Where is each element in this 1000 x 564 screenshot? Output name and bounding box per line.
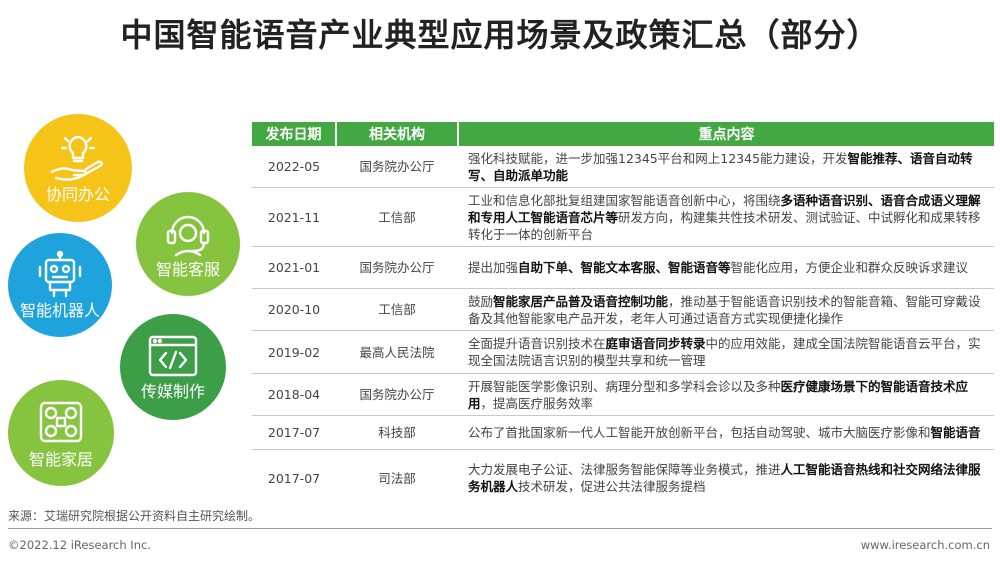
row-date: 2020-10 bbox=[252, 288, 336, 331]
content-text: 大力发展电子公证、法律服务智能保障等业务模式，推进 bbox=[468, 462, 781, 477]
lightbulb-hand-icon bbox=[48, 132, 108, 182]
table-row: 2017-07 司法部 大力发展电子公证、法律服务智能保障等业务模式，推进人工智… bbox=[252, 450, 994, 507]
policy-table: 发布日期 相关机构 重点内容 2022-05 国务院办公厅 强化科技赋能，进一步… bbox=[252, 122, 994, 506]
scenario-label: 传媒制作 bbox=[140, 382, 205, 401]
row-date: 2021-11 bbox=[252, 187, 336, 247]
scenario-label: 协同办公 bbox=[45, 185, 110, 204]
source-note: 来源：艾瑞研究院根据公开资料自主研究绘制。 bbox=[8, 509, 261, 523]
row-org: 工信部 bbox=[336, 187, 458, 247]
copyright: ©2022.12 iResearch Inc. bbox=[8, 538, 151, 552]
website-link: www.iresearch.com.cn bbox=[860, 538, 990, 552]
row-content: 大力发展电子公证、法律服务智能保障等业务模式，推进人工智能语音热线和社交网络法律… bbox=[458, 450, 994, 507]
row-date: 2019-02 bbox=[252, 330, 336, 374]
row-org: 工信部 bbox=[336, 288, 458, 331]
header-date: 发布日期 bbox=[252, 122, 337, 146]
scenario-label: 智能客服 bbox=[155, 260, 220, 279]
content-text: 提出加强 bbox=[468, 260, 519, 275]
content-text: 智能化应用，方便企业和群众反映诉求建议 bbox=[730, 260, 969, 275]
row-date: 2018-04 bbox=[252, 373, 336, 416]
row-content: 提出加强自助下单、智能文本客服、智能语音等智能化应用，方便企业和群众反映诉求建议 bbox=[458, 246, 994, 289]
scenario-label: 智能家居 bbox=[28, 450, 93, 469]
content-text: 鼓励 bbox=[468, 293, 494, 309]
table-row: 2022-05 国务院办公厅 强化科技赋能，进一步加强12345平台和网上123… bbox=[252, 146, 994, 188]
row-content: 全面提升语音识别技术在庭审语音同步转录中的应用效能，建成全国法院智能语音云平台，… bbox=[458, 330, 994, 374]
row-org: 国务院办公厅 bbox=[336, 373, 458, 416]
content-text: ，提高医疗服务效率 bbox=[480, 395, 594, 411]
row-org: 司法部 bbox=[378, 470, 416, 486]
scenario-smart-robot: 智能机器人 bbox=[8, 233, 112, 337]
row-content: 工业和信息化部批复组建国家智能语音创新中心，将围绕多语种语音识别、语音合成语义理… bbox=[458, 187, 994, 247]
row-content: 强化科技赋能，进一步加强12345平台和网上12345能力建设，开发智能推荐、语… bbox=[458, 146, 994, 188]
scenario-media-production: 传媒制作 bbox=[120, 314, 226, 420]
content-text: 公布了首批国家新一代人工智能开放创新平台，包括自动驾驶、城市大脑医疗影像和 bbox=[468, 425, 931, 440]
scenario-label: 智能机器人 bbox=[19, 301, 100, 320]
highlight-text: 自助下单、智能文本客服、智能语音等 bbox=[518, 260, 731, 275]
row-org: 国务院办公厅 bbox=[336, 146, 458, 188]
highlight-text: 庭审语音同步转录 bbox=[605, 336, 706, 351]
row-date: 2022-05 bbox=[252, 146, 336, 188]
robot-icon bbox=[34, 250, 86, 298]
table-row: 2020-10 工信部 鼓励智能家居产品普及语音控制功能，推动基于智能语音识别技… bbox=[252, 288, 994, 331]
header-org: 相关机构 bbox=[336, 122, 459, 146]
row-date: 2021-01 bbox=[252, 246, 336, 289]
table-header-row: 发布日期 相关机构 重点内容 bbox=[252, 122, 994, 146]
scenario-collaborative-office: 协同办公 bbox=[24, 114, 132, 222]
row-date: 2017-07 bbox=[252, 415, 336, 450]
content-text: 工业和信息化部批复组建国家智能语音创新中心，将围绕 bbox=[468, 192, 781, 208]
scenario-smart-home: 智能家居 bbox=[8, 380, 114, 486]
row-content: 鼓励智能家居产品普及语音控制功能，推动基于智能语音识别技术的智能音箱、智能可穿戴… bbox=[458, 288, 994, 331]
header-content: 重点内容 bbox=[458, 122, 994, 146]
row-date: 2017-07 bbox=[267, 470, 321, 486]
row-org: 科技部 bbox=[336, 415, 458, 450]
content-text: 强化科技赋能，进一步加强12345平台和网上12345能力建设，开发 bbox=[468, 150, 848, 166]
content-text: 开展智能医学影像识别、病理分型和多学科会诊以及多种 bbox=[468, 378, 781, 394]
content-text: 技术研发，促进公共法律服务提档 bbox=[518, 479, 706, 494]
headset-agent-icon bbox=[162, 209, 214, 257]
row-content: 开展智能医学影像识别、病理分型和多学科会诊以及多种医疗健康场景下的智能语音技术应… bbox=[458, 373, 994, 416]
table-row: 2021-01 国务院办公厅 提出加强自助下单、智能文本客服、智能语音等智能化应… bbox=[252, 246, 994, 289]
highlight-text: 智能家居产品普及语音控制功能 bbox=[493, 293, 669, 309]
row-content: 公布了首批国家新一代人工智能开放创新平台，包括自动驾驶、城市大脑医疗影像和智能语… bbox=[458, 415, 994, 450]
table-row: 2018-04 国务院办公厅 开展智能医学影像识别、病理分型和多学科会诊以及多种… bbox=[252, 373, 994, 416]
table-row: 2019-02 最高人民法院 全面提升语音识别技术在庭审语音同步转录中的应用效能… bbox=[252, 330, 994, 374]
row-org: 最高人民法院 bbox=[336, 330, 458, 374]
row-org: 国务院办公厅 bbox=[336, 246, 458, 289]
content-text: 全面提升语音识别技术在 bbox=[468, 336, 606, 351]
smart-home-icon bbox=[35, 397, 87, 447]
table-row: 2021-11 工信部 工业和信息化部批复组建国家智能语音创新中心，将围绕多语种… bbox=[252, 187, 994, 247]
code-window-icon bbox=[146, 333, 200, 379]
scenario-smart-customer-service: 智能客服 bbox=[136, 192, 240, 296]
table-row: 2017-07 科技部 公布了首批国家新一代人工智能开放创新平台，包括自动驾驶、… bbox=[252, 415, 994, 450]
footer-divider bbox=[8, 528, 992, 529]
page-title: 中国智能语音产业典型应用场景及政策汇总（部分） bbox=[120, 16, 880, 54]
highlight-text: 智能语音 bbox=[930, 425, 981, 440]
